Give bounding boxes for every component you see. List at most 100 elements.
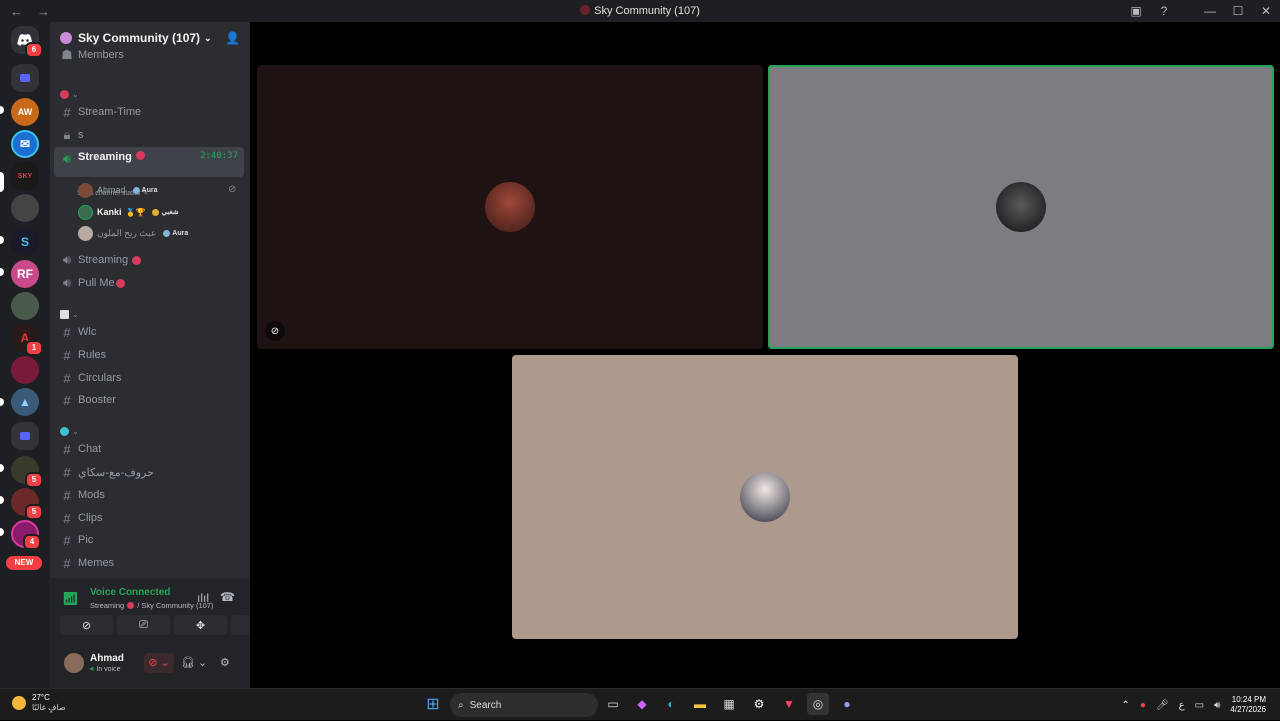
mic-muted-icon[interactable]: ⊘ ⌄ — [144, 653, 174, 673]
channel-booster[interactable]: # Booster — [54, 389, 244, 411]
chrome-icon[interactable]: ◎ — [807, 693, 829, 715]
channel-circulars[interactable]: # Circulars — [54, 367, 244, 389]
voice-user[interactable]: عبث ريح الملون Aura — [78, 223, 188, 243]
category-toggle[interactable]: ⌄ — [60, 425, 80, 437]
steam-icon[interactable]: ⚙ — [748, 693, 770, 715]
server-tag: Aura — [163, 229, 188, 237]
language-indicator[interactable]: ع — [1179, 700, 1185, 711]
gear-icon[interactable]: ⚙ — [220, 656, 230, 669]
network-icon[interactable]: ▭ — [1195, 700, 1204, 711]
server-dark-icon[interactable] — [11, 194, 39, 222]
camera-off-button[interactable]: ⊘ — [60, 615, 113, 635]
headphones-icon[interactable]: 🎧︎ ⌄ — [181, 656, 207, 669]
server-red-icon[interactable]: 5 — [11, 488, 43, 520]
channel-mods[interactable]: # Mods — [54, 484, 244, 506]
avatar — [78, 225, 93, 241]
hash-icon: # — [63, 555, 71, 571]
voice-user[interactable]: Kanki 🥇🏆 شغبي — [78, 202, 179, 222]
title-bar: ← → Sky Community (107) ▣ ? — ☐ ✕ — [0, 0, 1280, 22]
minimize-button[interactable]: — — [1196, 4, 1224, 18]
discord-taskbar-icon[interactable]: ● — [836, 693, 858, 715]
server-s-icon[interactable]: S — [11, 228, 39, 256]
edge-icon[interactable]: ◐ — [660, 693, 682, 715]
folder-icon[interactable] — [11, 64, 39, 92]
home-discord-icon[interactable]: 6 — [11, 26, 43, 58]
channel-s[interactable]: 🔒︎ s — [54, 124, 244, 146]
server-pink-icon[interactable]: 4 — [11, 520, 41, 550]
channel-memes[interactable]: # Memes — [54, 552, 244, 574]
copilot-icon[interactable]: ◆ — [631, 693, 653, 715]
windows-start-icon[interactable]: ⊞ — [422, 693, 444, 715]
disconnect-icon[interactable]: ☎ — [220, 590, 235, 604]
category-toggle[interactable]: ⌄ — [60, 88, 80, 100]
voice-user[interactable]: Ahmad Aura — [78, 180, 157, 200]
close-button[interactable]: ✕ — [1252, 4, 1280, 18]
store-icon[interactable]: ▦ — [718, 693, 740, 715]
hash-icon: # — [63, 487, 71, 503]
category-toggle[interactable]: ⌄ — [60, 308, 80, 320]
server-rf-icon[interactable]: RF — [11, 260, 39, 288]
channel-streaming[interactable]: 🔊︎ Streaming — [54, 249, 244, 271]
channel-clips[interactable]: # Clips — [54, 507, 244, 529]
avatar[interactable] — [64, 653, 84, 673]
volume-icon[interactable]: 🔊︎ — [1214, 700, 1220, 711]
unread-badge: 6 — [25, 42, 43, 58]
chevron-up-icon[interactable]: ⌃ — [1122, 700, 1130, 711]
microphone-icon[interactable]: 🎤︎ — [1156, 700, 1169, 711]
app-tray-icon[interactable]: ● — [1140, 700, 1146, 711]
noise-suppression-icon[interactable]: ılıl — [197, 591, 209, 605]
participant-tile[interactable] — [512, 355, 1018, 639]
chevron-down-icon: ⌄ — [72, 89, 79, 99]
clock[interactable]: 10:24 PM 4/27/2026 — [1230, 695, 1266, 715]
maximize-button[interactable]: ☐ — [1224, 4, 1252, 18]
file-explorer-icon[interactable]: ▬ — [689, 693, 711, 715]
invite-people-icon[interactable]: 👤 — [225, 31, 240, 45]
voice-panel: 📶︎ Voice Connected Streaming / Sky Commun… — [50, 578, 284, 688]
channel-stream-time[interactable]: # Stream-Time — [54, 101, 244, 123]
weather-widget[interactable]: 27°C صافٍ غالبًا — [12, 693, 66, 713]
folder-icon[interactable] — [11, 422, 39, 450]
weather-icon — [12, 696, 26, 710]
forward-arrow-icon[interactable]: → — [37, 4, 50, 19]
server-soldier-icon[interactable]: 5 — [11, 456, 43, 488]
channel-arabic[interactable]: # حروف-مع-سكاي — [54, 461, 244, 483]
inbox-icon[interactable]: ▣ — [1122, 4, 1150, 18]
live-indicator — [115, 278, 125, 288]
user-status: 🔊︎ In voice — [90, 666, 121, 673]
voice-location[interactable]: Streaming / Sky Community (107) — [90, 601, 213, 610]
channel-rules[interactable]: # Rules — [54, 344, 244, 366]
hash-icon: # — [63, 347, 71, 363]
new-badge[interactable]: NEW — [6, 556, 42, 570]
server-a-icon[interactable]: A1 — [11, 324, 43, 356]
help-icon[interactable]: ? — [1150, 4, 1178, 18]
channel-pic[interactable]: # Pic — [54, 529, 244, 551]
channel-pull-me[interactable]: 🔊︎ Pull Me — [54, 272, 244, 294]
server-tag: شغبي — [152, 208, 179, 216]
channel-chat[interactable]: # Chat — [54, 438, 244, 460]
server-mountain-icon[interactable]: ▲ — [11, 388, 39, 416]
task-view-icon[interactable]: ▭ — [602, 693, 624, 715]
speaker-icon: 🔊︎ — [62, 252, 72, 267]
avatar — [78, 182, 93, 198]
voice-connected-bar: 📶︎ Voice Connected Streaming / Sky Commun… — [62, 587, 235, 610]
screen-share-button[interactable]: ⎚ — [117, 615, 170, 635]
channel-wlc[interactable]: # Wlc — [54, 321, 244, 343]
participant-tile-speaking[interactable] — [768, 65, 1274, 349]
server-mail-icon[interactable]: ✉ — [11, 130, 39, 158]
hash-icon: # — [63, 464, 71, 480]
brave-icon[interactable]: ▼ — [778, 693, 800, 715]
participant-tile[interactable]: ⊘ — [257, 65, 763, 349]
lock-icon: 🔒︎ — [63, 127, 71, 142]
live-indicator — [135, 151, 145, 160]
back-arrow-icon[interactable]: ← — [10, 4, 23, 19]
speaker-icon: 🔊︎ — [62, 275, 72, 290]
server-sky-icon[interactable]: SKY — [11, 162, 39, 190]
server-aw-icon[interactable]: AW — [11, 98, 39, 126]
signal-icon[interactable]: 📶︎ — [62, 591, 79, 607]
server-silhouette-icon[interactable] — [11, 356, 39, 384]
taskbar-search[interactable]: ⌕ Search — [450, 693, 598, 717]
channel-streaming-active[interactable]: 🔊︎ Streaming 2:40:37 — [54, 147, 244, 177]
server-avatar-icon[interactable] — [11, 292, 39, 320]
channel-members[interactable]: ☗ Members — [54, 46, 244, 64]
activity-button[interactable]: ✥ — [174, 615, 227, 635]
